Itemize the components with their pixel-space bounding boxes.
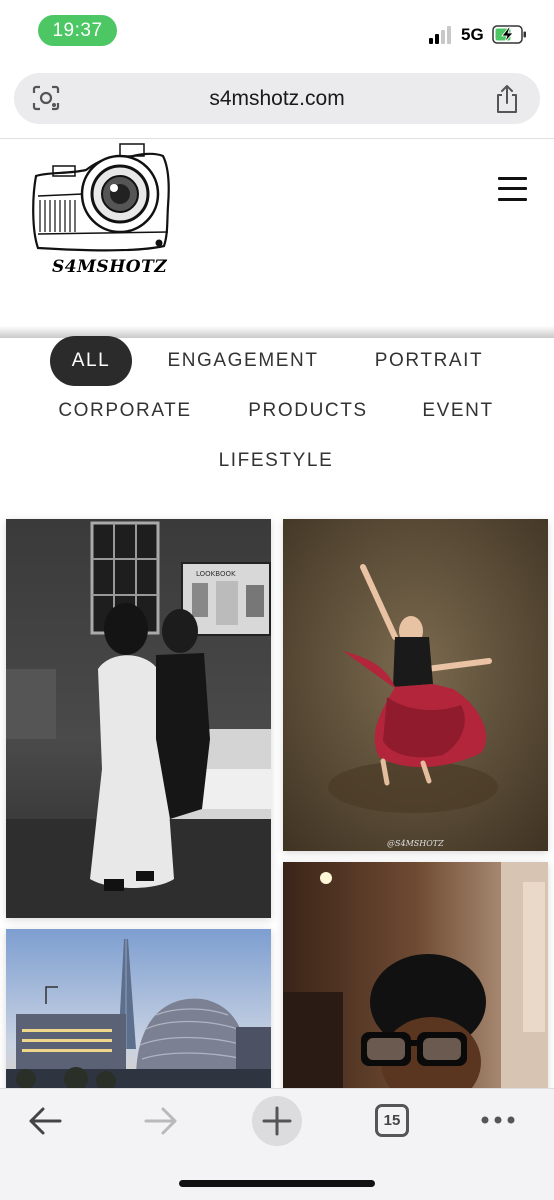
site-logo-text: S4MSHOTZ: [52, 257, 168, 277]
filter-corporate[interactable]: CORPORATE: [48, 386, 202, 436]
gallery-photo-dancer[interactable]: @S4MSHOTZ: [283, 519, 548, 851]
share-icon[interactable]: [494, 84, 520, 114]
hamburger-menu-icon[interactable]: [498, 175, 527, 203]
gallery-photo-engagement-couple[interactable]: LOOKBOOK: [6, 519, 271, 918]
filter-all[interactable]: ALL: [50, 336, 132, 386]
filter-event[interactable]: EVENT: [412, 386, 504, 436]
battery-charging-icon: [492, 25, 526, 44]
address-bar[interactable]: s4mshotz.com: [14, 73, 540, 124]
gallery-photo-london-city-hall[interactable]: [6, 929, 271, 1094]
new-tab-plus-icon[interactable]: [251, 1095, 303, 1147]
tab-switcher-button[interactable]: 15: [375, 1104, 409, 1137]
filter-lifestyle[interactable]: LIFESTYLE: [210, 436, 342, 486]
filter-engagement[interactable]: ENGAGEMENT: [155, 336, 331, 386]
more-options-icon[interactable]: [480, 1112, 516, 1128]
status-time: 19:37: [38, 15, 117, 46]
photo-watermark: @S4MSHOTZ: [387, 839, 444, 848]
filter-portrait[interactable]: PORTRAIT: [364, 336, 494, 386]
lookbook-tv-text: LOOKBOOK: [196, 570, 236, 578]
network-label: 5G: [461, 25, 484, 44]
status-bar: 19:37 5G: [0, 0, 554, 62]
filter-products[interactable]: PRODUCTS: [238, 386, 378, 436]
signal-icon: [429, 26, 454, 44]
back-arrow-icon[interactable]: [26, 1104, 64, 1138]
forward-arrow-icon[interactable]: [142, 1104, 180, 1138]
home-indicator[interactable]: [179, 1180, 375, 1187]
gallery-photo-portrait-man-glasses[interactable]: [283, 862, 548, 1094]
url-text: s4mshotz.com: [209, 86, 345, 110]
